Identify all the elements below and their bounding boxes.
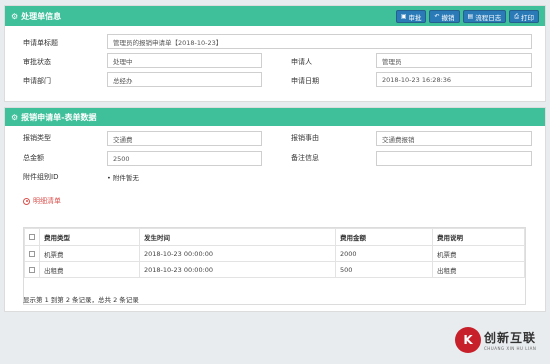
process-log-button[interactable]: ▤ 流程日志 [462, 10, 507, 23]
status-field[interactable]: 处理中 [107, 53, 262, 68]
reason-label: 报销事由 [291, 134, 319, 142]
table-cell: 出租费 [39, 261, 140, 278]
apply-date-field[interactable]: 2018-10-23 16:28:36 [376, 72, 532, 87]
print-icon: ⎙ [514, 12, 519, 20]
pagination-info: 显示第 1 到第 2 条记录，总共 2 条记录 [23, 296, 139, 304]
table-cell: 机票费 [39, 245, 140, 262]
status-label: 审批状态 [23, 58, 51, 66]
watermark-logo: K 创新互联 CHUANG XIN HU LIAN [455, 327, 536, 353]
target-icon [23, 197, 30, 205]
amount-label: 总金额 [23, 154, 44, 162]
brand-text: 创新互联 CHUANG XIN HU LIAN [484, 329, 536, 351]
revoke-button-label: 撤销 [441, 13, 455, 22]
row-checkbox[interactable] [29, 250, 35, 257]
title-label: 申请单标题 [23, 39, 58, 47]
detail-list-label: 明细清单 [33, 197, 61, 205]
revoke-button[interactable]: ↶ 撤销 [429, 10, 460, 23]
panel-header: ⚙ 处理单信息 ▣ 审批 ↶ 撤销 ▤ 流程日志 ⎙ 打印 [5, 6, 545, 26]
process-log-button-label: 流程日志 [475, 13, 502, 22]
print-button[interactable]: ⎙ 打印 [509, 10, 539, 23]
panel-title: 报销申请单-表单数据 [21, 112, 97, 122]
approve-button-label: 审批 [408, 13, 422, 22]
expense-type-field[interactable]: 交通费 [107, 131, 262, 146]
table-row[interactable]: 出租费 2018-10-23 00:00:00 500 出租费 [24, 261, 525, 278]
toolbar: ▣ 审批 ↶ 撤销 ▤ 流程日志 ⎙ 打印 [395, 10, 539, 23]
remark-label: 备注信息 [291, 154, 319, 162]
brand-subtitle: CHUANG XIN HU LIAN [484, 346, 537, 351]
audit-icon: ▣ [400, 13, 407, 20]
remark-field[interactable] [376, 151, 532, 166]
column-header[interactable]: 发生时间 [139, 228, 336, 246]
undo-icon: ↶ [434, 13, 440, 20]
table-cell: 2018-10-23 00:00:00 [139, 261, 336, 278]
amount-field[interactable]: 2500 [107, 151, 262, 166]
table-cell: 2018-10-23 00:00:00 [139, 245, 336, 262]
panel-title: 处理单信息 [21, 11, 62, 21]
row-select-cell[interactable] [24, 245, 40, 262]
brand-logo-letter: K [463, 333, 473, 347]
applicant-label: 申请人 [291, 58, 312, 66]
applicant-field[interactable]: 管理员 [376, 53, 532, 68]
row-select-cell[interactable] [24, 261, 40, 278]
table-cell: 500 [335, 261, 433, 278]
title-field[interactable]: 管理员的报销申请单【2018-10-23】 [107, 34, 532, 49]
table-cell: 出租费 [432, 261, 525, 278]
table-cell: 2000 [335, 245, 433, 262]
table-row[interactable]: 机票费 2018-10-23 00:00:00 2000 机票费 [24, 245, 525, 262]
column-header[interactable]: 费用说明 [432, 228, 525, 246]
department-label: 申请部门 [23, 77, 51, 85]
row-checkbox[interactable] [29, 266, 35, 273]
expense-type-label: 报销类型 [23, 134, 51, 142]
brand-name: 创新互联 [484, 331, 537, 345]
reason-field[interactable]: 交通费报销 [376, 131, 532, 146]
detail-list-link[interactable]: 明细清单 [23, 196, 61, 206]
select-all-checkbox[interactable] [29, 234, 35, 240]
apply-date-label: 申请日期 [291, 77, 319, 85]
attachment-label: 附件组别ID [23, 173, 59, 181]
attachment-value: • 附件暂无 [107, 174, 139, 182]
table-cell: 机票费 [432, 245, 525, 262]
department-field[interactable]: 总经办 [107, 72, 262, 87]
table-header-row: 费用类型 发生时间 费用金额 费用说明 [24, 228, 525, 246]
print-button-label: 打印 [521, 13, 534, 22]
panel-header: ⚙ 报销申请单-表单数据 [5, 108, 545, 126]
gears-icon: ⚙ [11, 112, 19, 122]
column-header[interactable]: 费用金额 [335, 228, 433, 246]
select-all-cell[interactable] [24, 228, 40, 246]
column-header[interactable]: 费用类型 [39, 228, 140, 246]
approve-button[interactable]: ▣ 审批 [395, 10, 427, 23]
brand-logo-icon: K [455, 327, 481, 353]
gears-icon: ⚙ [11, 11, 19, 21]
log-icon: ▤ [467, 13, 474, 20]
